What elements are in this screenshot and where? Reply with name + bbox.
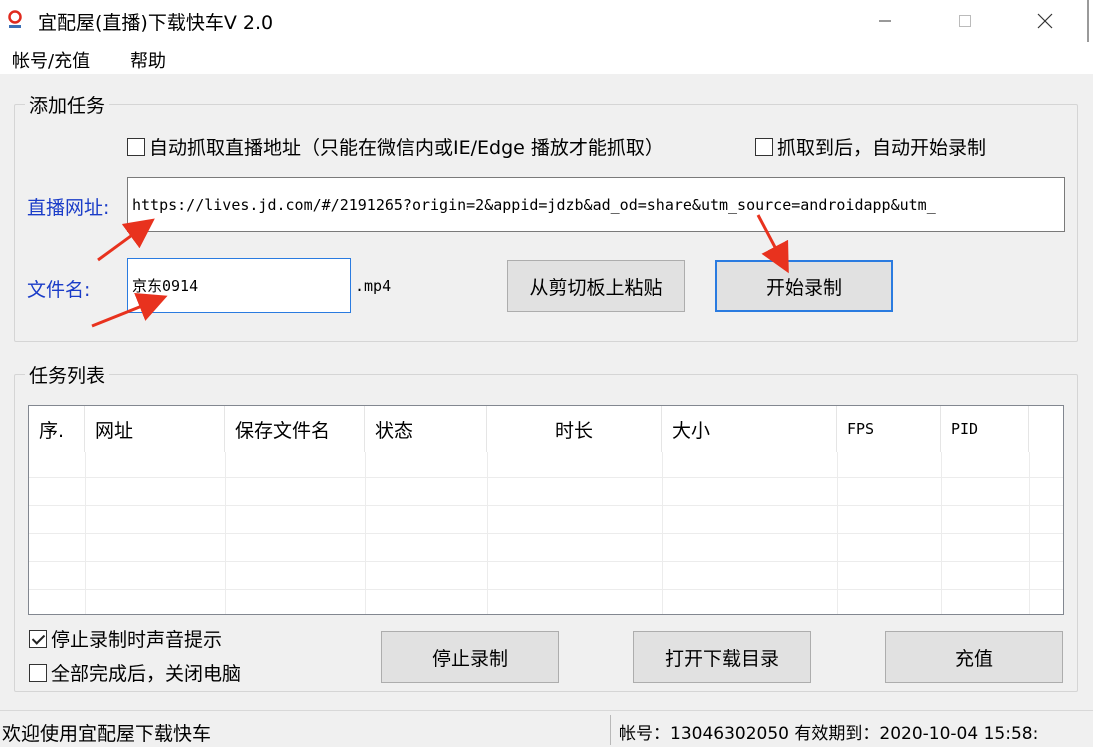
url-input[interactable]: https://lives.jd.com/#/2191265?origin=2&… (127, 177, 1065, 232)
status-separator (610, 715, 611, 745)
task-list-group: 任务列表 序. 网址 保存文件名 状态 时长 大小 FPS PID 停止录制时声… (14, 361, 1078, 692)
grid-line (29, 533, 1063, 534)
menu-account-recharge[interactable]: 帐号/充值 (12, 47, 90, 73)
menu-help[interactable]: 帮助 (130, 47, 166, 73)
sound-alert-label: 停止录制时声音提示 (51, 629, 223, 651)
url-label: 直播网址: (27, 197, 110, 219)
column-header-pid[interactable]: PID (941, 406, 1029, 452)
task-list-header: 序. 网址 保存文件名 状态 时长 大小 FPS PID (29, 406, 1063, 452)
start-record-button[interactable]: 开始录制 (715, 260, 893, 312)
shutdown-box[interactable] (29, 663, 47, 682)
filename-input[interactable]: 京东0914 (127, 258, 351, 313)
window-edge (1087, 0, 1089, 42)
auto-start-box[interactable] (755, 137, 773, 156)
shutdown-checkbox[interactable]: 全部完成后，关闭电脑 (29, 659, 241, 686)
column-header-duration[interactable]: 时长 (487, 406, 662, 452)
title-bar: 宜配屋(直播)下载快车V 2.0 (0, 0, 1093, 42)
sound-alert-checkbox[interactable]: 停止录制时声音提示 (29, 625, 222, 652)
status-welcome: 欢迎使用宜配屋下载快车 (2, 723, 212, 745)
maximize-button[interactable] (935, 0, 995, 42)
auto-capture-box[interactable] (127, 137, 145, 156)
filename-suffix: .mp4 (355, 277, 392, 295)
grid-line (29, 589, 1063, 590)
app-logo-icon (8, 10, 22, 28)
main-panel: 添加任务 自动抓取直播地址（只能在微信内或IE/Edge 播放才能抓取） 抓取到… (0, 74, 1093, 710)
column-header-status[interactable]: 状态 (365, 406, 487, 452)
auto-start-label: 抓取到后，自动开始录制 (777, 137, 987, 159)
task-list-group-title: 任务列表 (25, 361, 110, 388)
maximize-icon (959, 15, 971, 27)
sound-alert-box[interactable] (29, 629, 47, 648)
grid-line (29, 477, 1063, 478)
status-account-info: 帐号：13046302050 有效期到：2020-10-04 15:58: (619, 724, 1039, 744)
paste-button[interactable]: 从剪切板上粘贴 (507, 260, 685, 312)
auto-capture-checkbox[interactable]: 自动抓取直播地址（只能在微信内或IE/Edge 播放才能抓取） (127, 133, 664, 160)
minimize-button[interactable] (855, 0, 915, 42)
close-icon (1037, 13, 1053, 29)
column-header-filename[interactable]: 保存文件名 (225, 406, 365, 452)
column-header-fps[interactable]: FPS (837, 406, 941, 452)
menu-bar: 帐号/充值 帮助 (0, 42, 1093, 74)
status-bar: 欢迎使用宜配屋下载快车 帐号：13046302050 有效期到：2020-10-… (0, 710, 1093, 747)
minimize-icon (879, 20, 891, 22)
shutdown-label: 全部完成后，关闭电脑 (51, 663, 242, 685)
filename-label: 文件名: (27, 279, 91, 301)
recharge-button[interactable]: 充值 (885, 631, 1063, 683)
add-task-group-title: 添加任务 (25, 91, 110, 118)
open-folder-button[interactable]: 打开下载目录 (633, 631, 811, 683)
auto-start-checkbox[interactable]: 抓取到后，自动开始录制 (755, 133, 986, 160)
grid-line (29, 561, 1063, 562)
grid-line (29, 505, 1063, 506)
column-header-url[interactable]: 网址 (85, 406, 225, 452)
auto-capture-label: 自动抓取直播地址（只能在微信内或IE/Edge 播放才能抓取） (149, 137, 664, 159)
add-task-group: 添加任务 自动抓取直播地址（只能在微信内或IE/Edge 播放才能抓取） 抓取到… (14, 91, 1078, 342)
column-header-size[interactable]: 大小 (662, 406, 837, 452)
stop-record-button[interactable]: 停止录制 (381, 631, 559, 683)
column-header-index[interactable]: 序. (29, 406, 85, 452)
close-button[interactable] (1015, 0, 1075, 42)
task-list-table[interactable]: 序. 网址 保存文件名 状态 时长 大小 FPS PID (28, 405, 1064, 615)
window-title: 宜配屋(直播)下载快车V 2.0 (38, 12, 274, 34)
